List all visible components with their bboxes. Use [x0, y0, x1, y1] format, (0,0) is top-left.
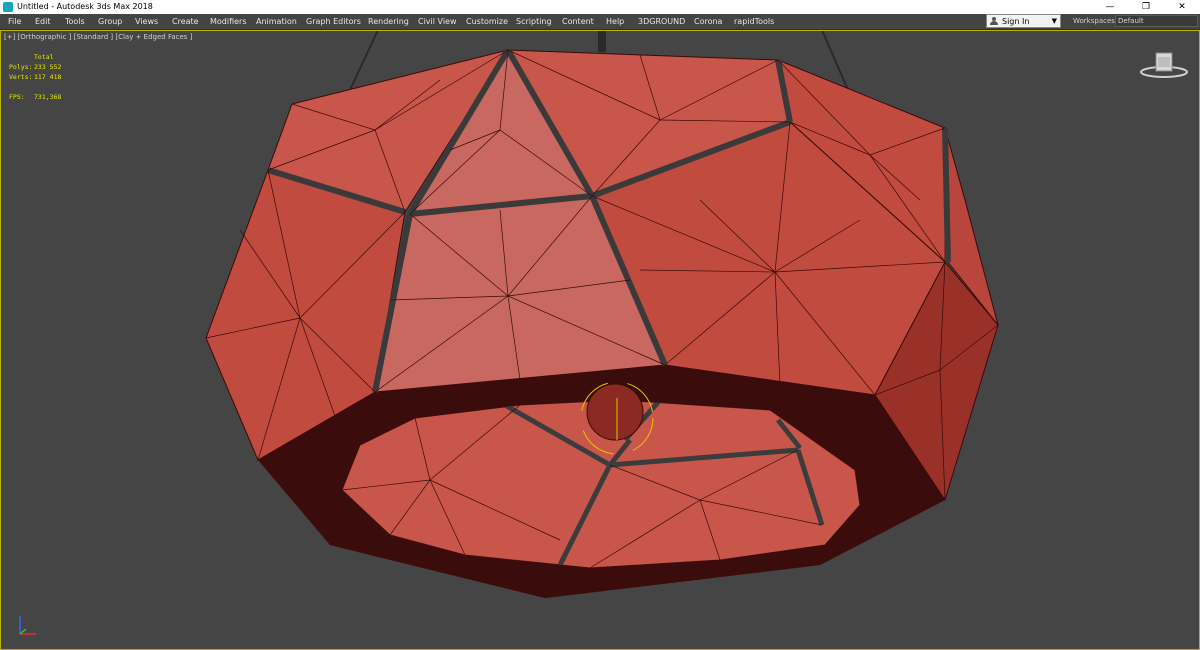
perspective-viewport[interactable]: [+] [Orthographic ] [Standard ] [Clay + … — [0, 30, 1200, 650]
user-icon — [990, 17, 998, 25]
app-icon — [3, 2, 13, 12]
wire-left — [349, 30, 379, 91]
menu-rendering[interactable]: Rendering — [368, 14, 409, 29]
sign-in-dropdown[interactable]: Sign In ▼ — [986, 14, 1061, 28]
viewport-label[interactable]: [+] [Orthographic ] [Standard ] [Clay + … — [4, 33, 192, 41]
viewcube-icon[interactable] — [1138, 50, 1190, 86]
minimize-button[interactable]: — — [1092, 0, 1128, 14]
menu-civil-view[interactable]: Civil View — [418, 14, 457, 29]
polys-value: 233 552 — [34, 63, 62, 71]
menu-rapidtools[interactable]: rapidTools — [734, 14, 774, 29]
fps-label: FPS: — [9, 93, 25, 101]
verts-value: 117 418 — [34, 73, 62, 81]
menu-content[interactable]: Content — [562, 14, 594, 29]
stats-overlay: Total Polys: 233 552 Verts: 117 418 FPS: 73… — [9, 52, 61, 102]
menu-modifiers[interactable]: Modifiers — [210, 14, 247, 29]
menu-customize[interactable]: Customize — [466, 14, 508, 29]
menu-3dground[interactable]: 3DGROUND — [638, 14, 685, 29]
menu-views[interactable]: Views — [135, 14, 158, 29]
lamp-model — [205, 30, 999, 598]
window-controls: — ❐ ✕ — [1092, 0, 1200, 14]
close-button[interactable]: ✕ — [1164, 0, 1200, 14]
menu-animation[interactable]: Animation — [256, 14, 297, 29]
sign-in-label: Sign In — [1002, 16, 1030, 26]
menu-tools[interactable]: Tools — [65, 14, 85, 29]
axis-tripod-icon — [19, 616, 36, 635]
stats-header: Total — [34, 53, 54, 61]
menu-group[interactable]: Group — [98, 14, 122, 29]
menu-edit[interactable]: Edit — [35, 14, 51, 29]
menu-file[interactable]: File — [8, 14, 21, 29]
menu-scripting[interactable]: Scripting — [516, 14, 552, 29]
bulb — [586, 383, 644, 441]
fps-value: 731,368 — [34, 93, 62, 101]
workspaces-label: Workspaces: — [1073, 17, 1118, 25]
menu-graph-editors[interactable]: Graph Editors — [306, 14, 361, 29]
menu-corona[interactable]: Corona — [694, 14, 722, 29]
menu-create[interactable]: Create — [172, 14, 199, 29]
cord — [598, 30, 606, 52]
verts-label: Verts: — [9, 73, 33, 81]
window-title: Untitled - Autodesk 3ds Max 2018 — [17, 2, 153, 11]
workspaces-select[interactable]: Default — [1115, 15, 1198, 27]
polys-label: Polys: — [9, 63, 33, 71]
menu-help[interactable]: Help — [606, 14, 624, 29]
restore-button[interactable]: ❐ — [1128, 0, 1164, 14]
title-bar: Untitled - Autodesk 3ds Max 2018 — ❐ ✕ — [0, 0, 1200, 14]
chevron-down-icon: ▼ — [1051, 17, 1057, 25]
